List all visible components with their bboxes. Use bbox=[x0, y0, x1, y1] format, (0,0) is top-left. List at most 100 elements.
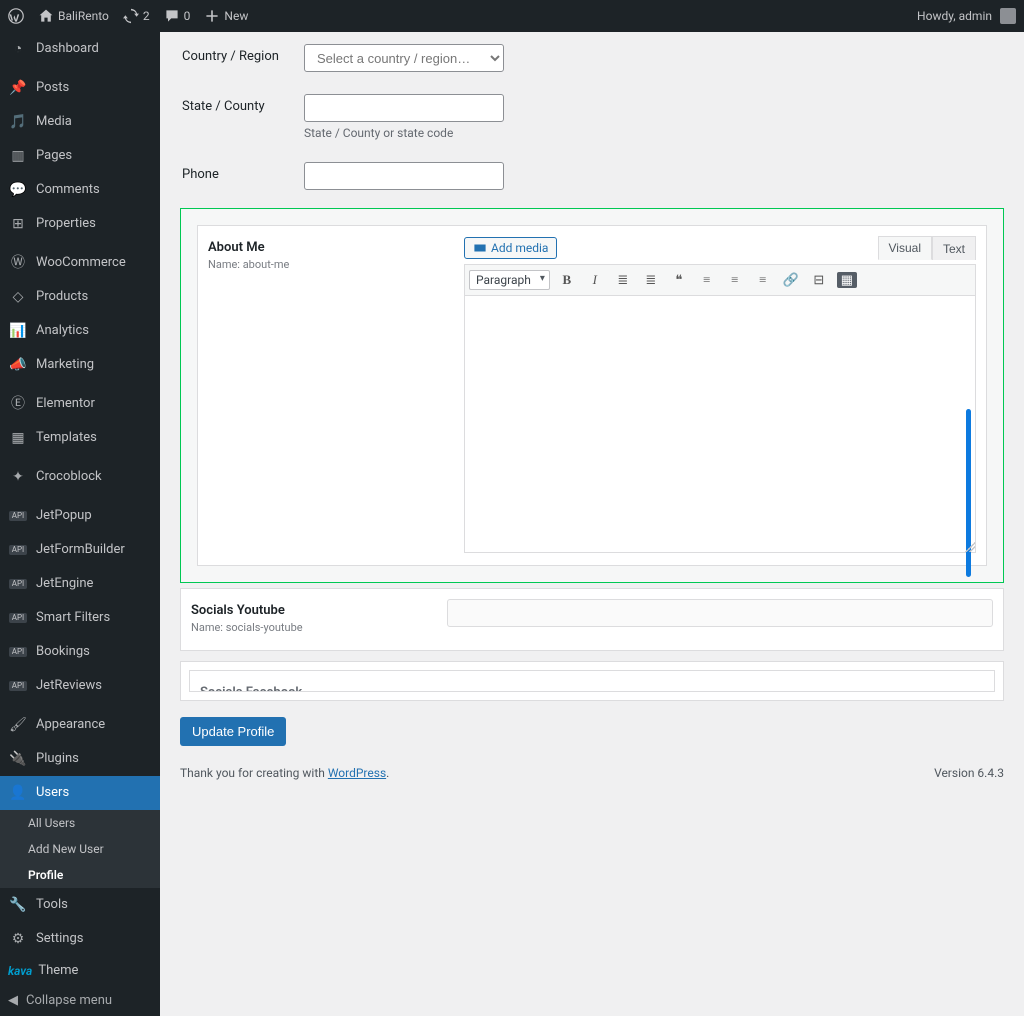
phone-label: Phone bbox=[182, 152, 302, 200]
comments-link[interactable]: 0 bbox=[164, 8, 191, 24]
users-icon: 👤 bbox=[8, 783, 28, 803]
editor-toolbar: Paragraph B I ≣ ≣ ❝ ≡ ≡ ≡ 🔗 bbox=[465, 265, 975, 296]
highlighted-section: About Me Name: about-me Add media bbox=[180, 208, 1004, 583]
numbered-list-button[interactable]: ≣ bbox=[640, 269, 662, 291]
paragraph-select[interactable]: Paragraph bbox=[469, 270, 550, 290]
tools-icon: 🔧 bbox=[8, 895, 28, 915]
state-input[interactable] bbox=[304, 94, 504, 122]
tab-text[interactable]: Text bbox=[932, 236, 976, 260]
analytics-icon: 📊 bbox=[8, 321, 28, 341]
properties-icon: ⊞ bbox=[8, 214, 28, 234]
site-home-link[interactable]: BaliRento bbox=[38, 8, 109, 24]
kava-brand: kava bbox=[8, 964, 32, 978]
bullet-list-button[interactable]: ≣ bbox=[612, 269, 634, 291]
sidebar-item-kava-theme[interactable]: kavaTheme bbox=[0, 956, 160, 985]
api-icon: API bbox=[8, 540, 28, 560]
socials-facebook-title: Socials Facebook bbox=[200, 685, 446, 692]
sidebar-item-tools[interactable]: 🔧Tools bbox=[0, 888, 160, 922]
new-content-link[interactable]: New bbox=[204, 8, 248, 24]
sidebar-item-label: WooCommerce bbox=[36, 255, 126, 271]
sidebar-item-media[interactable]: 🎵Media bbox=[0, 105, 160, 139]
updates-link[interactable]: 2 bbox=[123, 8, 150, 24]
wp-logo[interactable] bbox=[8, 8, 24, 24]
sidebar-item-marketing[interactable]: 📣Marketing bbox=[0, 348, 160, 382]
sidebar-item-label: JetFormBuilder bbox=[36, 542, 125, 558]
submenu-profile[interactable]: Profile bbox=[0, 862, 160, 888]
sidebar-item-label: Smart Filters bbox=[36, 610, 110, 626]
readmore-button[interactable]: ⊟ bbox=[808, 269, 830, 291]
sidebar-item-label: Products bbox=[36, 289, 88, 305]
sidebar-item-plugins[interactable]: 🔌Plugins bbox=[0, 742, 160, 776]
country-label: Country / Region bbox=[182, 34, 302, 82]
about-me-fieldname: Name: about-me bbox=[208, 258, 454, 271]
sidebar-item-comments[interactable]: 💬Comments bbox=[0, 173, 160, 207]
sidebar-item-jetformbuilder[interactable]: API JetFormBuilder bbox=[0, 533, 160, 567]
sidebar-item-jetpopup[interactable]: APIJetPopup bbox=[0, 499, 160, 533]
footer-thankyou: Thank you for creating with WordPress. bbox=[180, 766, 389, 780]
submenu-all-users[interactable]: All Users bbox=[0, 810, 160, 836]
avatar bbox=[1000, 8, 1016, 24]
sidebar-item-elementor[interactable]: ⒺElementor bbox=[0, 387, 160, 421]
sidebar-item-woocommerce[interactable]: ⓌWooCommerce bbox=[0, 246, 160, 280]
tab-visual[interactable]: Visual bbox=[878, 236, 932, 260]
phone-input[interactable] bbox=[304, 162, 504, 190]
sidebar-item-analytics[interactable]: 📊 Analytics bbox=[0, 314, 160, 348]
howdy-link[interactable]: Howdy, admin bbox=[917, 8, 1016, 24]
wordpress-link[interactable]: WordPress bbox=[328, 766, 386, 780]
sidebar-item-crocoblock[interactable]: ✦Crocoblock bbox=[0, 460, 160, 494]
product-icon: ◇ bbox=[8, 287, 28, 307]
main-content: Country / Region Select a country / regi… bbox=[160, 32, 1024, 1016]
toolbar-toggle-button[interactable]: ▦ bbox=[836, 269, 858, 291]
submenu-add-new-user[interactable]: Add New User bbox=[0, 836, 160, 862]
sidebar-item-settings[interactable]: ⚙Settings bbox=[0, 922, 160, 956]
align-left-button[interactable]: ≡ bbox=[696, 269, 718, 291]
sidebar-item-label: JetReviews bbox=[36, 678, 102, 694]
update-profile-button[interactable]: Update Profile bbox=[180, 717, 286, 746]
editor-textarea[interactable] bbox=[465, 296, 975, 552]
sidebar-item-label: Marketing bbox=[36, 357, 94, 373]
add-media-button[interactable]: Add media bbox=[464, 237, 557, 259]
sidebar-item-label: Comments bbox=[36, 182, 100, 198]
collapse-menu-button[interactable]: ◀Collapse menu bbox=[0, 985, 160, 1016]
comment-icon bbox=[164, 8, 180, 24]
home-icon bbox=[38, 8, 54, 24]
howdy-text: Howdy, admin bbox=[917, 9, 992, 23]
sidebar-item-pages[interactable]: ▥Pages bbox=[0, 139, 160, 173]
blockquote-button[interactable]: ❝ bbox=[668, 269, 690, 291]
sidebar-item-appearance[interactable]: 🖌Appearance bbox=[0, 708, 160, 742]
italic-button[interactable]: I bbox=[584, 269, 606, 291]
sidebar-item-smartfilters[interactable]: APISmart Filters bbox=[0, 601, 160, 635]
sidebar-item-dashboard[interactable]: ◔Dashboard bbox=[0, 32, 160, 66]
bold-button[interactable]: B bbox=[556, 269, 578, 291]
align-right-button[interactable]: ≡ bbox=[752, 269, 774, 291]
wysiwyg-editor: Add media Visual Text Paragraph bbox=[464, 236, 976, 553]
admin-bar: BaliRento 2 0 New Howdy, admin bbox=[0, 0, 1024, 32]
api-icon: API bbox=[8, 506, 28, 526]
sidebar-item-templates[interactable]: ▦Templates bbox=[0, 421, 160, 455]
sidebar-item-label: Plugins bbox=[36, 751, 79, 767]
sidebar-item-users[interactable]: 👤Users bbox=[0, 776, 160, 810]
sidebar-item-jetreviews[interactable]: APIJetReviews bbox=[0, 669, 160, 703]
sidebar-item-bookings[interactable]: APIBookings bbox=[0, 635, 160, 669]
socials-youtube-input[interactable] bbox=[447, 599, 993, 627]
state-desc: State / County or state code bbox=[304, 126, 1002, 140]
align-center-button[interactable]: ≡ bbox=[724, 269, 746, 291]
sidebar-item-label: Properties bbox=[36, 216, 96, 232]
sidebar-item-label: Templates bbox=[36, 430, 97, 446]
about-me-title: About Me bbox=[208, 240, 454, 255]
appearance-icon: 🖌 bbox=[8, 715, 28, 735]
sidebar-item-label: Posts bbox=[36, 80, 69, 96]
scrollbar-handle[interactable] bbox=[966, 409, 971, 577]
sidebar-item-products[interactable]: ◇ Products bbox=[0, 280, 160, 314]
socials-youtube-fieldname: Name: socials-youtube bbox=[191, 621, 437, 634]
sidebar-item-posts[interactable]: 📌 Posts bbox=[0, 71, 160, 105]
crocoblock-icon: ✦ bbox=[8, 467, 28, 487]
add-media-label: Add media bbox=[491, 241, 548, 255]
country-select[interactable]: Select a country / region… bbox=[304, 44, 504, 72]
sidebar-item-jetengine[interactable]: APIJetEngine bbox=[0, 567, 160, 601]
socials-youtube-title: Socials Youtube bbox=[191, 603, 437, 618]
link-button[interactable]: 🔗 bbox=[780, 269, 802, 291]
sidebar-item-label: Analytics bbox=[36, 323, 89, 339]
sidebar-item-properties[interactable]: ⊞ Properties bbox=[0, 207, 160, 241]
pin-icon: 📌 bbox=[8, 78, 28, 98]
